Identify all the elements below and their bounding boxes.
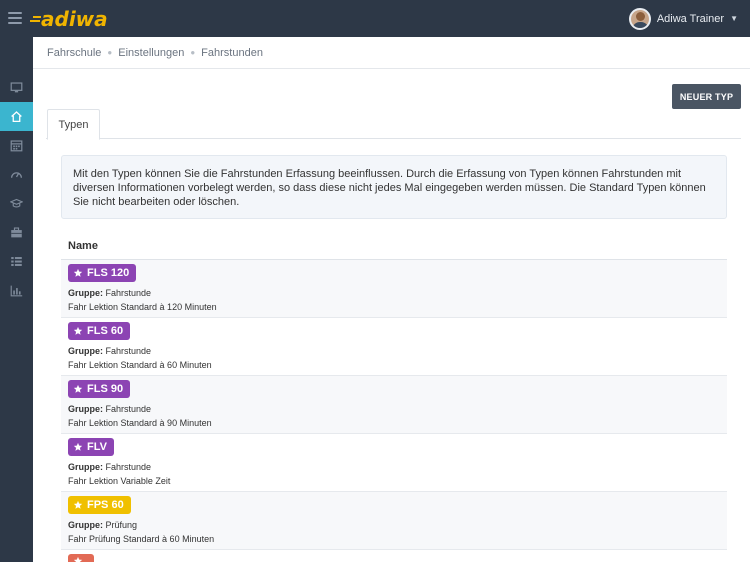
hamburger-menu-icon[interactable] xyxy=(8,12,22,24)
type-badge-label: FPS 60 xyxy=(87,499,124,511)
type-group: Gruppe: Prüfung xyxy=(68,518,720,532)
sidebar-item-list[interactable] xyxy=(0,247,33,276)
briefcase-icon xyxy=(11,227,22,238)
graduation-cap-icon xyxy=(10,198,23,208)
breadcrumb-separator: ● xyxy=(190,48,196,57)
bar-chart-icon xyxy=(10,285,23,297)
table-row[interactable]: FLS 120 Gruppe: Fahrstunde Fahr Lektion … xyxy=(61,260,727,318)
breadcrumb-item-fahrstunden: Fahrstunden xyxy=(201,46,263,59)
star-icon xyxy=(73,384,83,393)
group-value: Fahrstunde xyxy=(105,404,152,414)
table-row[interactable]: FLS 90 Gruppe: Fahrstunde Fahr Lektion S… xyxy=(61,376,727,434)
dashboard-icon xyxy=(10,172,23,178)
svg-text:adiwa: adiwa xyxy=(41,7,108,31)
table-row[interactable]: FLV Gruppe: Fahrstunde Fahr Lektion Vari… xyxy=(61,434,727,492)
breadcrumb-item-fahrschule[interactable]: Fahrschule xyxy=(47,47,101,59)
type-badge-label: FLV xyxy=(87,441,107,453)
type-badge[interactable]: FLS 120 xyxy=(68,264,137,282)
sidebar-item-home[interactable] xyxy=(0,102,33,131)
group-value: Fahrstunde xyxy=(105,288,152,298)
group-value: Fahrstunde xyxy=(105,346,152,356)
breadcrumb: Fahrschule ● Einstellungen ● Fahrstunden xyxy=(33,37,750,69)
type-group: Gruppe: Fahrstunde xyxy=(68,402,720,416)
type-description: Fahr Lektion Standard à 120 Minuten xyxy=(68,302,217,312)
table-row[interactable]: FPS 60 Gruppe: Prüfung Fahr Prüfung Stan… xyxy=(61,492,727,550)
table-row[interactable]: FLS 60 Gruppe: Fahrstunde Fahr Lektion S… xyxy=(61,318,727,376)
type-meta: Gruppe: Fahrstunde Fahr Lektion Standard… xyxy=(68,402,720,430)
types-table: Name FLS 120 Gruppe: Fahrstunde Fahr Lek… xyxy=(61,233,727,562)
table-header-name[interactable]: Name xyxy=(61,233,727,260)
group-label: Gruppe: xyxy=(68,346,103,356)
sidebar-item-briefcase[interactable] xyxy=(0,218,33,247)
star-icon xyxy=(73,556,83,562)
type-badge[interactable]: FLS 60 xyxy=(68,322,131,340)
group-label: Gruppe: xyxy=(68,288,103,298)
sidebar xyxy=(0,37,33,562)
type-badge[interactable]: FLS 90 xyxy=(68,380,131,398)
type-badge-label: FLS 60 xyxy=(87,325,124,337)
sidebar-item-statistics[interactable] xyxy=(0,276,33,305)
type-meta: Gruppe: Fahrstunde Fahr Lektion Standard… xyxy=(68,344,720,372)
top-bar: adiwa Adiwa Trainer ▼ xyxy=(0,0,750,37)
sidebar-item-education[interactable] xyxy=(0,189,33,218)
tab-bar: Typen xyxy=(46,109,741,140)
table-row[interactable] xyxy=(61,550,727,562)
group-label: Gruppe: xyxy=(68,404,103,414)
group-label: Gruppe: xyxy=(68,462,103,472)
group-value: Prüfung xyxy=(105,520,138,530)
new-type-button[interactable]: NEUER TYP xyxy=(672,84,741,109)
breadcrumb-item-einstellungen[interactable]: Einstellungen xyxy=(118,47,184,59)
type-group: Gruppe: Fahrstunde xyxy=(68,460,720,474)
home-icon xyxy=(11,111,22,123)
type-meta: Gruppe: Prüfung Fahr Prüfung Standard à … xyxy=(68,518,720,546)
type-badge-label: FLS 90 xyxy=(87,383,124,395)
star-icon xyxy=(73,442,83,451)
type-badge-partial[interactable] xyxy=(68,554,94,562)
info-box: Mit den Typen können Sie die Fahrstunden… xyxy=(61,155,727,219)
star-icon xyxy=(73,500,83,509)
type-description: Fahr Prüfung Standard à 60 Minuten xyxy=(68,534,215,544)
sidebar-item-monitor[interactable] xyxy=(0,73,33,102)
group-value: Fahrstunde xyxy=(105,462,152,472)
type-badge-label: FLS 120 xyxy=(87,267,130,279)
type-group: Gruppe: Fahrstunde xyxy=(68,344,720,358)
type-meta: Gruppe: Fahrstunde Fahr Lektion Variable… xyxy=(68,460,720,488)
calendar-icon xyxy=(10,140,23,152)
user-name: Adiwa Trainer xyxy=(656,12,725,25)
chevron-down-icon: ▼ xyxy=(730,14,738,23)
group-label: Gruppe: xyxy=(68,520,103,530)
monitor-icon xyxy=(10,82,23,93)
type-description: Fahr Lektion Variable Zeit xyxy=(68,476,171,486)
breadcrumb-separator: ● xyxy=(107,48,113,57)
list-icon xyxy=(11,257,22,266)
type-description: Fahr Lektion Standard à 90 Minuten xyxy=(68,418,212,428)
type-badge[interactable]: FLV xyxy=(68,438,114,456)
star-icon xyxy=(73,268,83,277)
avatar xyxy=(628,7,651,30)
type-meta: Gruppe: Fahrstunde Fahr Lektion Standard… xyxy=(68,286,720,314)
adiwa-logo[interactable]: adiwa xyxy=(30,6,130,31)
tab-typen[interactable]: Typen xyxy=(47,109,100,140)
type-description: Fahr Lektion Standard à 60 Minuten xyxy=(68,360,212,370)
user-menu[interactable]: Adiwa Trainer ▼ xyxy=(628,6,738,31)
type-group: Gruppe: Fahrstunde xyxy=(68,286,720,300)
sidebar-item-dashboard[interactable] xyxy=(0,160,33,189)
type-badge[interactable]: FPS 60 xyxy=(68,496,131,514)
star-icon xyxy=(73,326,83,335)
sidebar-item-calendar[interactable] xyxy=(0,131,33,160)
